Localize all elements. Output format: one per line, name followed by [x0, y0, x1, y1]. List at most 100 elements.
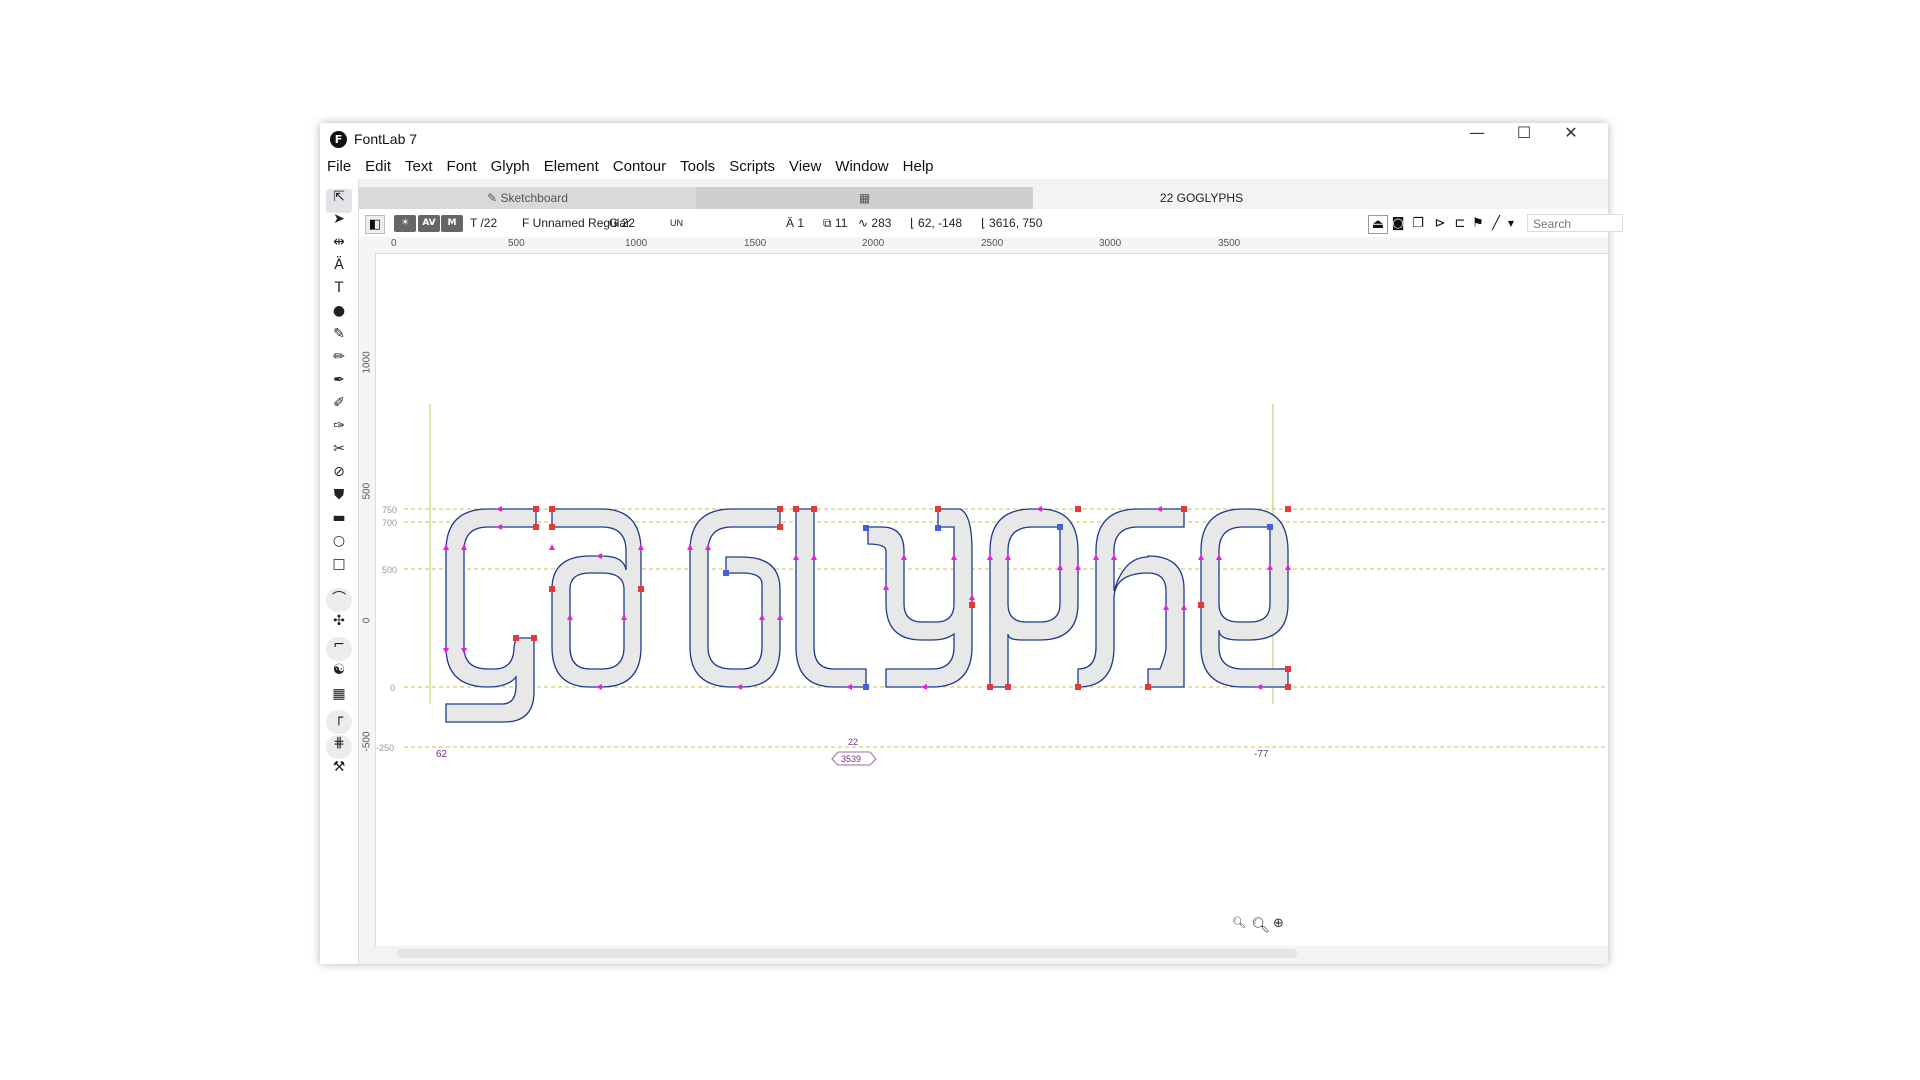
ruler-h-label: 0 [391, 238, 397, 249]
size-readout: ⌊ 3616, 750 [981, 209, 1042, 237]
ruler-tool-icon[interactable]: ▬ [326, 510, 352, 534]
tab-sketchboard[interactable]: ✎ Sketchboard [359, 187, 696, 209]
node-icon: ∿ [858, 216, 872, 230]
crop-icon[interactable]: ⊏ [1451, 215, 1469, 232]
menu-glyph[interactable]: Glyph [484, 155, 537, 179]
metrics-mode-button[interactable]: AV [418, 215, 440, 232]
grid-icon: ▦ [858, 191, 871, 205]
smart-corner-icon[interactable]: ⌐ [326, 637, 352, 661]
horizontal-scrollbar[interactable] [359, 946, 1608, 964]
flag-icon[interactable]: ⚑ [1469, 215, 1487, 232]
glyph-h-outline [1077, 508, 1185, 688]
metric-label-700: 700 [382, 518, 397, 528]
contour-icon: ⧉ [823, 216, 835, 230]
grid-tool-icon[interactable]: ▦ [326, 686, 352, 710]
brush-tool-icon[interactable]: ✎ [326, 326, 352, 350]
union-icon[interactable]: ◙ [1389, 215, 1407, 232]
rsb-label: -77 [1254, 749, 1269, 760]
position-readout: ⌊ 62, -148 [910, 209, 962, 237]
menu-edit[interactable]: Edit [358, 155, 398, 179]
guide-tool-icon[interactable]: ┌ [326, 710, 352, 734]
menu-contour[interactable]: Contour [606, 155, 673, 179]
scroll-thumb[interactable] [397, 949, 1297, 958]
close-button[interactable]: ✕ [1542, 123, 1600, 155]
paint-icon[interactable]: ⊳ [1431, 215, 1449, 232]
eraser-tool-icon[interactable]: ● [326, 303, 352, 327]
size-value: 3616, 750 [989, 216, 1043, 230]
panel-toggle-icon[interactable]: ◧ [365, 215, 385, 234]
text-count: T /22 [470, 216, 498, 230]
zoom-fit-icon[interactable]: ⊕ [1273, 916, 1284, 931]
unicode-label: UN [670, 218, 683, 228]
layers-icon[interactable]: ❐ [1409, 215, 1427, 232]
pen-tool-icon[interactable]: ✒ [326, 372, 352, 396]
glyph-canvas[interactable]: 750 700 500 0 -250 62 -77 22 3539 [376, 254, 1608, 946]
size-icon: ⌊ [981, 216, 990, 230]
knife-tool-icon[interactable]: ✂ [326, 441, 352, 465]
position-value: 62, -148 [918, 216, 963, 230]
hammer-tool-icon[interactable]: ⚒ [326, 759, 352, 783]
transform-tool-icon[interactable]: ✣ [326, 613, 352, 637]
fill-tool-icon[interactable]: ⛊ [326, 487, 352, 511]
glyph-G-outline [689, 508, 781, 688]
menu-font[interactable]: Font [440, 155, 484, 179]
metric-label-500: 500 [382, 565, 397, 575]
ruler-v-label: 500 [361, 482, 373, 500]
kerning-tool-icon[interactable]: Ä [326, 257, 352, 281]
lsb-label: 62 [436, 749, 448, 760]
advance-width-label: 3539 [841, 754, 861, 764]
tab-bar: ✎ Sketchboard ▦ 22 GOGLYPHS [359, 187, 1608, 209]
menu-help[interactable]: Help [896, 155, 941, 179]
tab-glyphs[interactable]: 22 GOGLYPHS [1033, 187, 1370, 209]
yin-yang-tool-icon[interactable]: ☯ [326, 662, 352, 686]
menu-bar: File Edit Text Font Glyph Element Contour Tools… [320, 155, 1608, 179]
pencil-tool-icon[interactable]: ✏ [326, 349, 352, 373]
menu-element[interactable]: Element [537, 155, 606, 179]
glyph-drawing[interactable]: 750 700 500 0 -250 62 -77 22 3539 [376, 254, 1608, 946]
glyph-o-outline [551, 508, 642, 688]
tab-sketchboard-label: Sketchboard [500, 191, 568, 205]
menu-view[interactable]: View [782, 155, 828, 179]
menu-scripts[interactable]: Scripts [722, 155, 782, 179]
ruler-h-label: 500 [508, 238, 525, 249]
title-bar: F FontLab 7 — ☐ ✕ [320, 123, 1608, 155]
rapid-tool-icon[interactable]: ✐ [326, 395, 352, 419]
property-bar: ◧ ☀ AV M T /22 F Unnamed Regular G 22 UN… [359, 209, 1623, 237]
tab-font-grid[interactable]: ▦ [696, 187, 1033, 209]
text-tool-icon[interactable]: T [326, 280, 352, 304]
node-count: ∿ 283 [858, 209, 891, 237]
ellipse-tool-icon[interactable]: ○ [326, 533, 352, 557]
stamp-icon[interactable]: ⏏ [1368, 215, 1388, 234]
chevron-down-icon[interactable]: ▼ [1502, 215, 1520, 232]
search-input[interactable]: Search [1527, 214, 1623, 232]
element-select-tool-icon[interactable]: ➤ [326, 211, 352, 235]
ruler-h-label: 3000 [1099, 238, 1122, 249]
menu-file[interactable]: File [320, 155, 358, 179]
metrics-tool-icon[interactable]: ⇹ [326, 234, 352, 258]
ruler-v-label: -500 [361, 731, 373, 752]
metric-label-0: 0 [390, 683, 395, 693]
rectangle-tool-icon[interactable]: □ [326, 556, 352, 580]
scissors-tool-icon[interactable]: ⊘ [326, 464, 352, 488]
align-tool-icon[interactable]: ⋕ [326, 735, 352, 759]
glyph-mode-button[interactable]: ☀ [394, 215, 416, 232]
glyph-g-outline [445, 508, 537, 723]
glyph-P-outline [989, 508, 1079, 688]
zoom-in-icon[interactable]: 🔍︎ [1251, 916, 1270, 934]
zoom-out-icon[interactable]: 🔍︎ [1232, 916, 1246, 929]
contour-select-tool-icon[interactable]: ⇱ [326, 189, 352, 213]
menu-window[interactable]: Window [828, 155, 895, 179]
menu-text[interactable]: Text [398, 155, 440, 179]
contour-count: ⧉ 11 [823, 209, 847, 237]
curve-tool-icon[interactable]: ✑ [326, 418, 352, 442]
fontlab-logo-icon: F [330, 131, 347, 148]
master-mode-button[interactable]: M [441, 215, 463, 232]
ruler-h-label: 3500 [1218, 238, 1241, 249]
ruler-h-label: 1000 [625, 238, 648, 249]
menu-tools[interactable]: Tools [673, 155, 722, 179]
metric-label-minus250: -250 [376, 743, 394, 753]
tab-glyphs-label: 22 GOGLYPHS [1159, 191, 1244, 205]
corner-tool-icon[interactable]: ⌒ [326, 588, 352, 612]
metric-label-750: 750 [382, 505, 397, 515]
ruler-h-label: 1500 [744, 238, 767, 249]
